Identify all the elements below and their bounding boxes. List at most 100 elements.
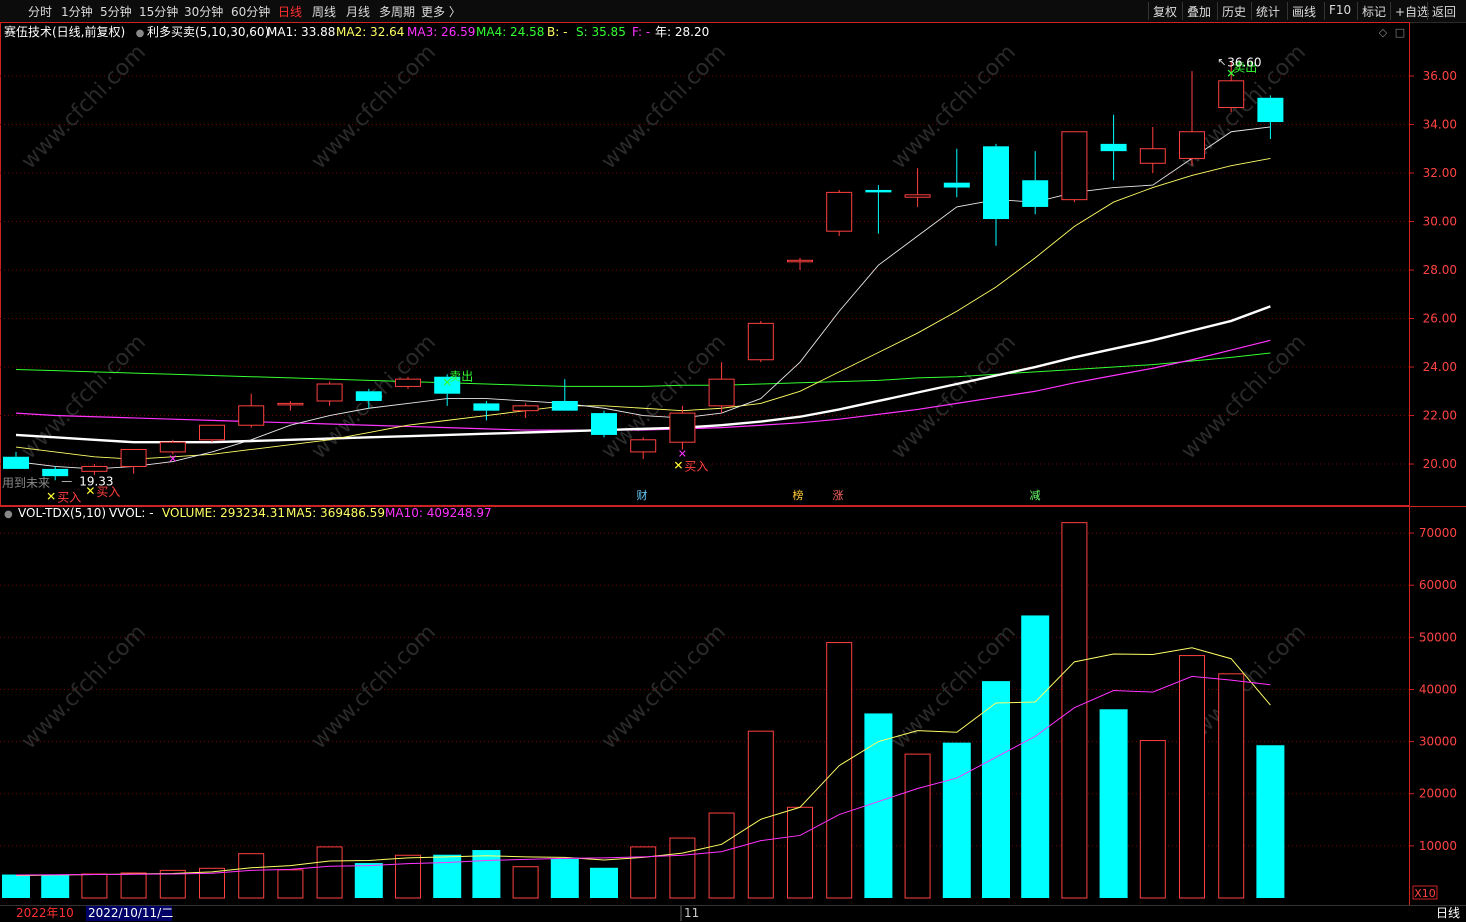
buy-signal-label: 买入: [57, 490, 81, 504]
volume-bar[interactable]: [590, 867, 618, 898]
candle-body[interactable]: [630, 439, 657, 453]
volume-bar[interactable]: [942, 742, 971, 898]
volume-bar[interactable]: [354, 863, 383, 898]
volume-bar[interactable]: [982, 681, 1010, 898]
candle-body[interactable]: [395, 378, 421, 387]
volume-bar[interactable]: [747, 730, 774, 899]
candle-body[interactable]: [787, 259, 813, 263]
candle-body[interactable]: [81, 465, 108, 472]
candle-body[interactable]: [1179, 131, 1205, 159]
volume-bar[interactable]: [1139, 740, 1166, 899]
candle-body[interactable]: [904, 194, 931, 198]
stock-title: 赛伍技术(日线,前复权): [4, 24, 125, 39]
watermark-text: www.cfchi.com: [17, 330, 151, 464]
candle-body[interactable]: [708, 378, 735, 407]
volume-tick-label: 10000: [1419, 839, 1457, 853]
price-tick-label: 30.00: [1423, 214, 1457, 228]
volume-menu-icon: ●: [4, 509, 13, 520]
event-marker-1: 榜: [793, 488, 804, 502]
candle-body[interactable]: [120, 448, 147, 467]
watermark-text: www.cfchi.com: [17, 620, 151, 754]
volume-legend-2: MA10: 409248.97: [385, 506, 492, 520]
candle-body[interactable]: [3, 456, 29, 469]
price-tick-label: 20.00: [1423, 457, 1457, 471]
volume-bar[interactable]: [277, 869, 304, 899]
candle-body[interactable]: [1139, 148, 1166, 164]
candle-body[interactable]: [865, 189, 892, 193]
volume-bar[interactable]: [1099, 709, 1128, 898]
volume-bar[interactable]: [81, 873, 108, 899]
period-indicator: 日线: [1436, 906, 1460, 920]
candle-body[interactable]: [943, 182, 970, 188]
price-tick-label: 22.00: [1423, 409, 1457, 423]
volume-bar[interactable]: [238, 853, 265, 899]
candle-body[interactable]: [1022, 180, 1049, 207]
volume-bar[interactable]: [1179, 655, 1205, 899]
buy-signal-label: 买入: [684, 459, 708, 473]
min-price-label: 19.33: [79, 474, 113, 488]
volume-bar[interactable]: [669, 837, 696, 899]
ma-legend-4: B: -: [547, 25, 567, 39]
volume-bar[interactable]: [1021, 615, 1050, 898]
sell-signal-label: 卖出: [449, 369, 473, 383]
price-tick-label: 26.00: [1423, 312, 1457, 326]
volume-bar[interactable]: [472, 850, 501, 898]
volume-bar[interactable]: [120, 872, 147, 899]
volume-legend-1: MA5: 369486.59: [286, 506, 385, 520]
volume-bar[interactable]: [1218, 673, 1245, 899]
chart-canvas[interactable]: 36.00 34.00 32.00 30.00 28.00 26.00 24.00 22.00…: [0, 0, 1466, 922]
ma-legend-2: MA3: 26.59: [407, 25, 475, 39]
candle-body[interactable]: [551, 400, 578, 411]
volume-bar[interactable]: [41, 874, 70, 898]
indicator-name: 利多买卖(5,10,30,60): [147, 25, 269, 39]
candle-body[interactable]: [669, 412, 696, 443]
watermark-text: www.cfchi.com: [17, 40, 151, 174]
volume-bar[interactable]: [550, 858, 579, 898]
event-marker-0: 财: [637, 488, 648, 502]
candle-body[interactable]: [159, 441, 186, 453]
volume-bar[interactable]: [630, 846, 657, 899]
ma-legend-6: F: -: [632, 25, 650, 39]
buy-signal-marker: ✕: [46, 489, 56, 503]
volume-bar[interactable]: [395, 854, 421, 899]
candle-body[interactable]: [355, 391, 382, 401]
volume-bar[interactable]: [1256, 745, 1285, 898]
candle-body[interactable]: [199, 424, 225, 441]
volume-bar[interactable]: [787, 806, 813, 899]
candle-body[interactable]: [826, 191, 853, 232]
volume-bar[interactable]: [708, 812, 735, 899]
volume-tick-label: 60000: [1419, 578, 1457, 592]
candle-body[interactable]: [747, 322, 774, 361]
volume-bar[interactable]: [826, 642, 853, 899]
watermark-text: www.cfchi.com: [307, 620, 441, 754]
candle-body[interactable]: [1257, 97, 1284, 123]
f-signal-marker: ✕: [678, 447, 687, 460]
volume-bar[interactable]: [433, 854, 462, 898]
volume-bar[interactable]: [1061, 522, 1088, 899]
panel-option-icon: ◇: [1379, 26, 1388, 39]
candle-body[interactable]: [238, 405, 265, 426]
vvol-value: VVOL: -: [109, 506, 154, 520]
candle-body[interactable]: [277, 402, 304, 406]
price-tick-label: 24.00: [1423, 360, 1457, 374]
indicator-menu-icon: ●: [136, 28, 145, 39]
candle-body[interactable]: [1218, 80, 1245, 108]
volume-bar[interactable]: [512, 866, 539, 899]
ma-legend-5: S: 35.85: [576, 25, 626, 39]
volume-bar[interactable]: [316, 846, 343, 899]
candle-body[interactable]: [512, 405, 539, 412]
candle-body[interactable]: [591, 413, 617, 435]
candle-body[interactable]: [316, 383, 343, 402]
candle-body[interactable]: [473, 403, 500, 411]
panel-maximize-icon: □: [1395, 26, 1405, 39]
candle-body[interactable]: [983, 146, 1009, 220]
watermark-text: www.cfchi.com: [597, 40, 731, 174]
min-price-arrow: —: [61, 474, 72, 487]
max-price-label: 36.60: [1227, 55, 1261, 69]
max-price-arrow: ↖: [1217, 55, 1226, 68]
event-marker-3: 减: [1030, 489, 1041, 502]
volume-bar[interactable]: [904, 753, 931, 899]
volume-bar[interactable]: [2, 874, 30, 898]
candle-body[interactable]: [1100, 143, 1127, 152]
candle-body[interactable]: [1061, 131, 1088, 201]
